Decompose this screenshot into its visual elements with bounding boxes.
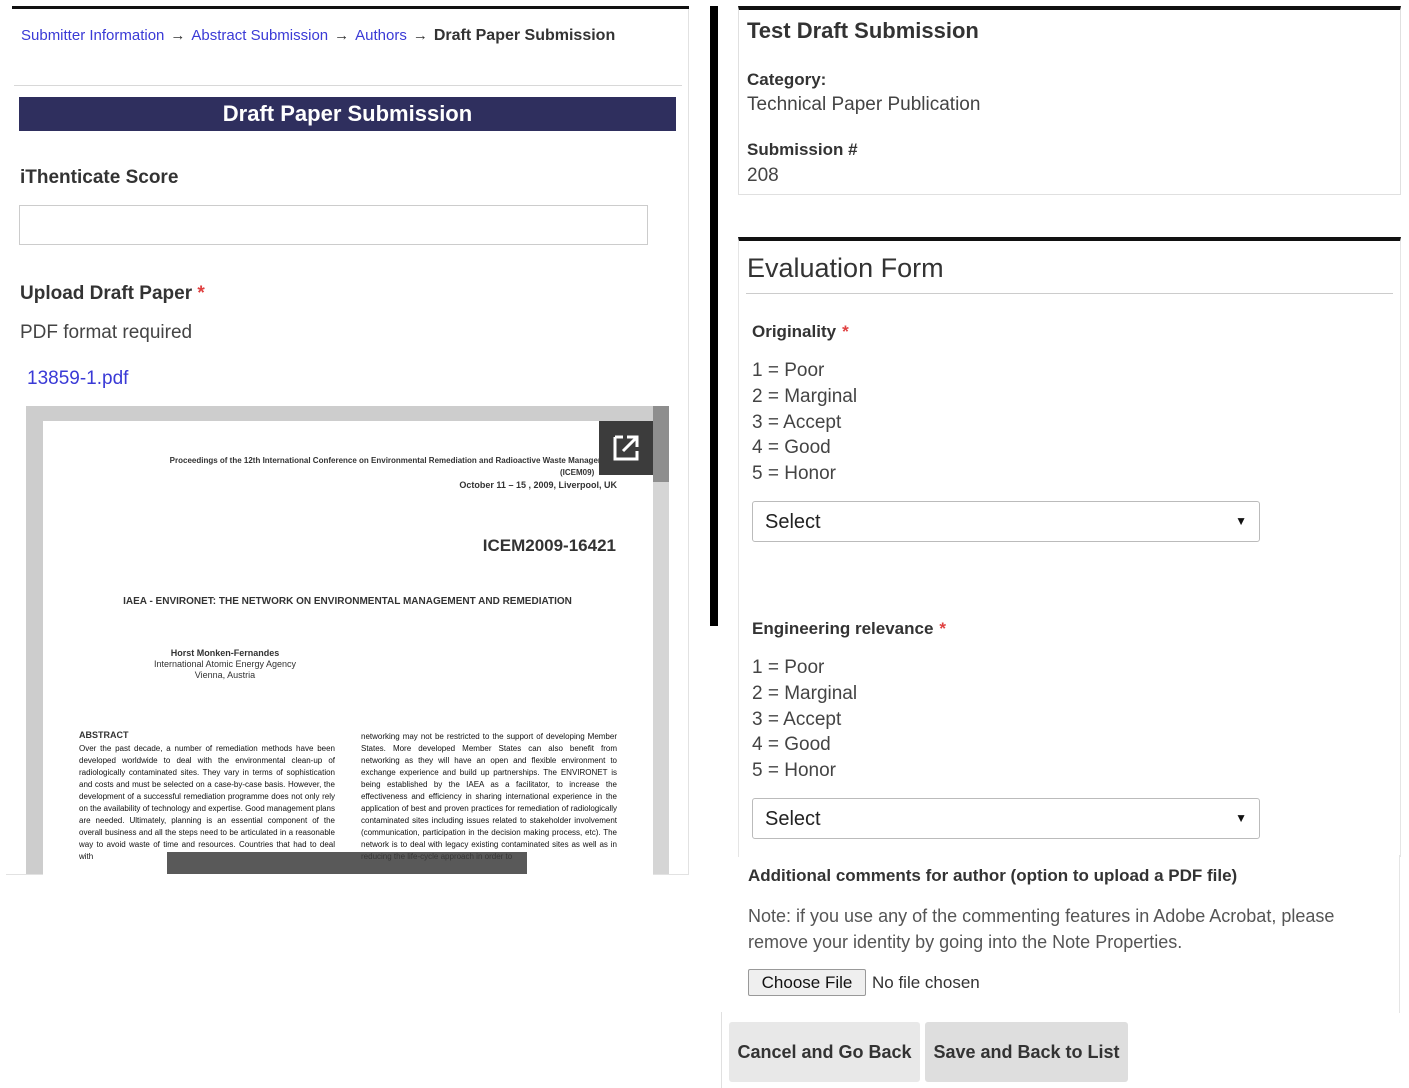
- pdf-author-location: Vienna, Austria: [194, 670, 256, 680]
- pdf-author-block: Horst Monken-Fernandes International Ato…: [120, 648, 330, 681]
- pdf-abstract-column-2: networking may not be restricted to the …: [361, 732, 617, 861]
- originality-scale: 1 = Poor 2 = Marginal 3 = Accept 4 = Goo…: [752, 358, 857, 487]
- engineering-relevance-scale: 1 = Poor 2 = Marginal 3 = Accept 4 = Goo…: [752, 655, 857, 784]
- open-in-new-icon: [613, 435, 639, 461]
- scale-item: 3 = Accept: [752, 411, 842, 433]
- engineering-relevance-select[interactable]: Select ▼: [752, 798, 1260, 839]
- divider: [746, 293, 1393, 294]
- dropdown-arrow-icon: ▼: [1235, 811, 1247, 825]
- breadcrumb: Submitter Information → Abstract Submissio…: [21, 27, 615, 45]
- scale-item: 5 = Honor: [752, 760, 836, 782]
- breadcrumb-abstract-submission[interactable]: Abstract Submission: [191, 27, 328, 44]
- breadcrumb-separator: →: [170, 27, 186, 44]
- upload-draft-label-text: Upload Draft Paper: [20, 283, 193, 304]
- ithenticate-label: iThenticate Score: [20, 167, 179, 188]
- engineering-relevance-label: Engineering relevance *: [752, 619, 946, 639]
- section-header: Draft Paper Submission: [19, 97, 676, 131]
- scale-item: 2 = Marginal: [752, 682, 858, 704]
- popout-button[interactable]: [599, 421, 653, 475]
- submission-number-label: Submission #: [747, 140, 858, 159]
- originality-select[interactable]: Select ▼: [752, 501, 1260, 542]
- required-marker: *: [842, 322, 849, 341]
- required-marker: *: [939, 619, 947, 638]
- evaluation-form-title: Evaluation Form: [747, 253, 944, 283]
- divider: [721, 1012, 722, 1088]
- dropdown-arrow-icon: ▼: [1235, 514, 1247, 528]
- acrobat-note: Note: if you use any of the commenting f…: [748, 906, 1335, 952]
- originality-label: Originality *: [752, 322, 849, 342]
- save-button[interactable]: Save and Back to List: [925, 1022, 1128, 1082]
- pdf-conference-code: (ICEM09): [560, 468, 595, 477]
- breadcrumb-separator: →: [412, 27, 428, 44]
- pdf-viewer-scroll-thumb[interactable]: [653, 406, 669, 482]
- comments-label: Additional comments for author (option t…: [748, 866, 1238, 885]
- select-value: Select: [765, 808, 821, 830]
- category-value: Technical Paper Publication: [747, 94, 981, 115]
- select-value: Select: [765, 511, 821, 533]
- scale-item: 4 = Good: [752, 437, 831, 459]
- scale-item: 3 = Accept: [752, 708, 842, 730]
- scale-item: 5 = Honor: [752, 463, 836, 485]
- scale-item: 1 = Poor: [752, 657, 825, 678]
- originality-label-text: Originality: [752, 322, 837, 341]
- choose-file-button[interactable]: Choose File: [748, 969, 866, 996]
- engineering-relevance-label-text: Engineering relevance: [752, 619, 934, 638]
- required-marker: *: [197, 283, 205, 304]
- pdf-paper-title: IAEA - ENVIRONET: THE NETWORK ON ENVIRON…: [123, 596, 572, 607]
- breadcrumb-current: Draft Paper Submission: [433, 27, 616, 44]
- pdf-proceedings-line: Proceedings of the 12th International Co…: [169, 456, 617, 465]
- left-top-border: [12, 6, 689, 9]
- scale-item: 4 = Good: [752, 734, 831, 756]
- uploaded-file-link[interactable]: 13859-1.pdf: [27, 368, 128, 390]
- pdf-paper-code: ICEM2009-16421: [482, 536, 616, 555]
- breadcrumb-separator: →: [334, 27, 350, 44]
- breadcrumb-submitter-information[interactable]: Submitter Information: [21, 27, 164, 44]
- submission-title: Test Draft Submission: [747, 18, 979, 43]
- pdf-abstract-column-1: Over the past decade, a number of remedi…: [79, 744, 335, 861]
- pdf-author-org: International Atomic Energy Agency: [153, 659, 297, 669]
- panel-divider: [710, 6, 718, 626]
- scale-item: 2 = Marginal: [752, 385, 858, 407]
- cancel-button[interactable]: Cancel and Go Back: [729, 1022, 920, 1082]
- upload-draft-label: Upload Draft Paper *: [20, 283, 205, 305]
- pdf-dates: October 11 – 15 , 2009, Liverpool, UK: [459, 480, 617, 490]
- divider: [14, 85, 682, 86]
- pdf-viewer-toolbar-overlay: [167, 852, 527, 874]
- breadcrumb-authors[interactable]: Authors: [355, 27, 407, 44]
- pdf-author-name: Horst Monken-Fernandes: [170, 648, 280, 658]
- category-label: Category:: [747, 70, 827, 89]
- file-status: No file chosen: [872, 973, 980, 992]
- scale-item: 1 = Poor: [752, 360, 825, 381]
- ithenticate-score-input[interactable]: [19, 205, 648, 245]
- submission-number-value: 208: [747, 165, 779, 186]
- pdf-format-note: PDF format required: [20, 322, 193, 343]
- pdf-abstract-heading: ABSTRACT: [79, 730, 129, 740]
